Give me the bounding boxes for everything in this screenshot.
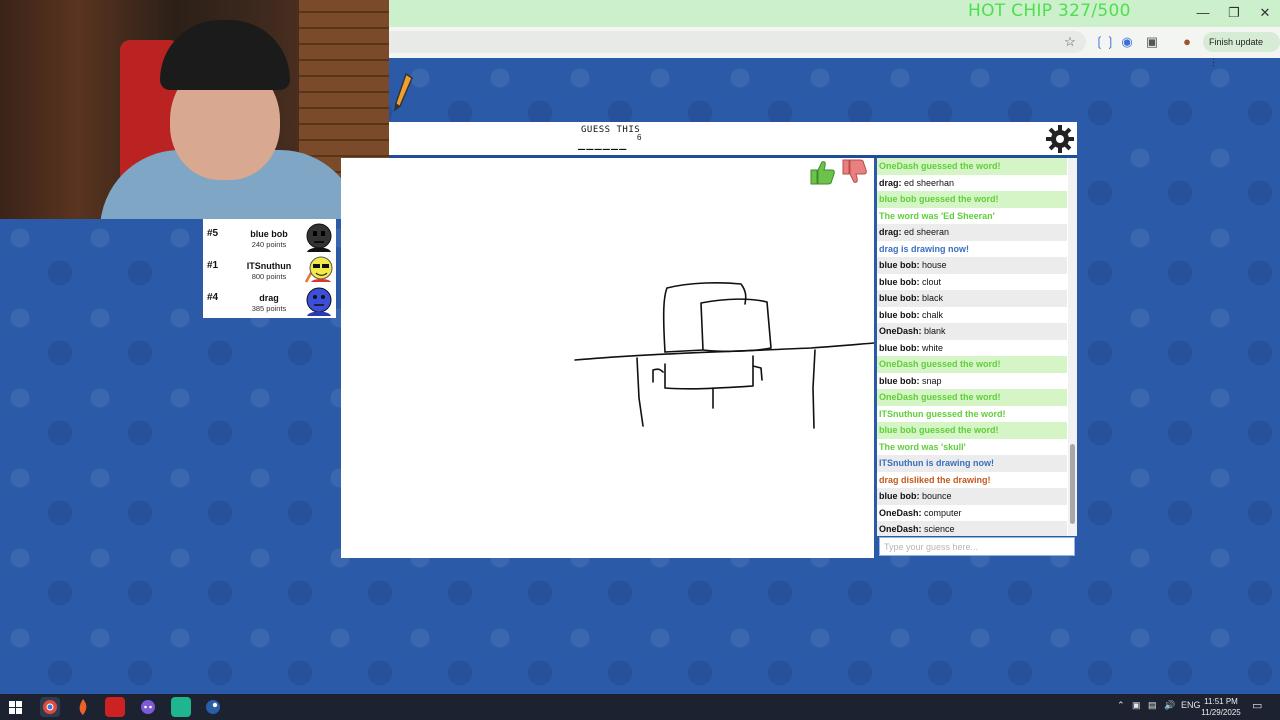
player-points: 385 points [251, 304, 287, 313]
pencil-icon [393, 72, 413, 112]
player-name: ITSnuthun [246, 261, 292, 271]
address-bar[interactable] [380, 31, 1086, 53]
chat-scrollbar[interactable] [1068, 158, 1077, 536]
chat-message: blue bob: snap [879, 375, 942, 386]
chat-message: OneDash guessed the word! [877, 389, 1067, 406]
streamer-cap [160, 20, 290, 90]
chat-message: OneDash guessed the word! [877, 356, 1067, 373]
extension-audio-icon[interactable]: ❲❳ [1094, 33, 1116, 51]
chat-message: blue bob: white [879, 342, 944, 353]
webcam-overlay [0, 0, 389, 219]
chat-log: OneDash guessed the word! drag: ed sheer… [877, 158, 1077, 536]
extension-globe-icon[interactable]: ◉ [1118, 33, 1136, 51]
player-points: 800 points [251, 272, 287, 281]
player-points: 240 points [251, 240, 287, 249]
network-icon[interactable]: ▤ [1148, 700, 1157, 711]
tray-app-icon[interactable]: ▣ [1132, 700, 1141, 711]
player-card: #4 drag 385 points [203, 285, 336, 317]
chat-message: blue bob: clout [879, 276, 942, 287]
chat-message: OneDash: computer [879, 507, 962, 518]
chat-message: drag: ed sheerhan [879, 177, 955, 188]
chat-message: OneDash: science [877, 521, 1067, 536]
bookmark-star-icon[interactable]: ☆ [1061, 33, 1079, 51]
player-name: blue bob [250, 229, 288, 239]
chat-message: drag disliked the drawing! [879, 474, 991, 485]
windows-taskbar: ⌃ ▣ ▤ 🔊 ENG 11:51 PM 11/29/2025 ▭ [0, 694, 1280, 720]
chat-message: The word was 'skull' [879, 441, 966, 452]
word-blanks: ______ [578, 136, 628, 150]
system-clock[interactable]: 11:51 PM 11/29/2025 [1199, 696, 1243, 718]
player-avatar [304, 256, 333, 283]
restore-button[interactable]: ❐ [1219, 3, 1249, 23]
finish-update-label: Finish update [1209, 37, 1264, 47]
close-button[interactable]: ✕ [1250, 3, 1280, 23]
chat-message: blue bob: bounce [877, 488, 1067, 505]
game-header: GUESS THIS 6 ______ [389, 122, 1077, 155]
drawing-canvas[interactable] [341, 158, 874, 558]
chat-message: ITSnuthun guessed the word! [879, 408, 1006, 419]
tray-chevron-icon[interactable]: ⌃ [1117, 700, 1125, 711]
notifications-icon[interactable]: ▭ [1252, 699, 1262, 712]
drawing-strokes [574, 282, 874, 429]
player-rank: #1 [207, 260, 219, 271]
player-card: #5 blue bob 240 points [203, 221, 336, 253]
player-avatar [306, 287, 332, 316]
player-rank: #5 [207, 228, 219, 239]
extensions-puzzle-icon[interactable]: ▣ [1143, 33, 1161, 51]
clock-time: 11:51 PM [1204, 697, 1238, 706]
chat-message: blue bob: house [877, 257, 1067, 274]
chat-message: drag: ed sheeran [877, 224, 1067, 241]
chat-message: blue bob: chalk [879, 309, 944, 320]
chat-message: The word was 'Ed Sheeran' [879, 210, 995, 221]
player-avatar [306, 223, 332, 252]
finish-update-button[interactable]: Finish update ⋮ [1203, 32, 1280, 67]
app-flame-icon[interactable] [73, 697, 93, 717]
steam-app-icon[interactable] [203, 697, 223, 717]
guess-input[interactable] [879, 537, 1075, 556]
minimize-button[interactable]: — [1188, 3, 1218, 23]
clock-date: 11/29/2025 [1201, 708, 1241, 717]
settings-gear-icon[interactable] [1045, 124, 1075, 154]
profile-avatar-icon[interactable]: ● [1178, 33, 1196, 51]
chat-scroll-thumb[interactable] [1070, 444, 1075, 524]
app-green-icon[interactable] [171, 697, 191, 717]
windows-start-icon[interactable] [9, 701, 22, 714]
thumbs-up-icon[interactable] [808, 158, 836, 186]
player-rank: #4 [207, 292, 219, 303]
chat-message: blue bob guessed the word! [877, 422, 1067, 439]
chat-message: blue bob: black [877, 290, 1067, 307]
language-indicator[interactable]: ENG [1181, 700, 1201, 710]
player-list: #5 blue bob 240 points #1 ITSnuthun 800 … [203, 219, 336, 318]
app-red-icon[interactable] [105, 697, 125, 717]
discord-app-icon[interactable] [138, 697, 158, 717]
chrome-app-icon[interactable] [40, 697, 60, 717]
thumbs-down-icon[interactable] [840, 158, 868, 186]
chat-message: ITSnuthun is drawing now! [877, 455, 1067, 472]
chat-message: OneDash: blank [877, 323, 1067, 340]
chat-message: drag is drawing now! [879, 243, 970, 254]
volume-icon[interactable]: 🔊 [1164, 700, 1175, 711]
guess-this-label: GUESS THIS [581, 125, 641, 135]
stream-overlay-text: HOT CHIP 327/500 [968, 1, 1131, 21]
chat-message: OneDash guessed the word! [877, 158, 1067, 175]
word-length: 6 [637, 133, 642, 142]
player-card: #1 ITSnuthun 800 points [203, 253, 336, 285]
chat-message: blue bob guessed the word! [877, 191, 1067, 208]
player-name: drag [259, 293, 279, 303]
